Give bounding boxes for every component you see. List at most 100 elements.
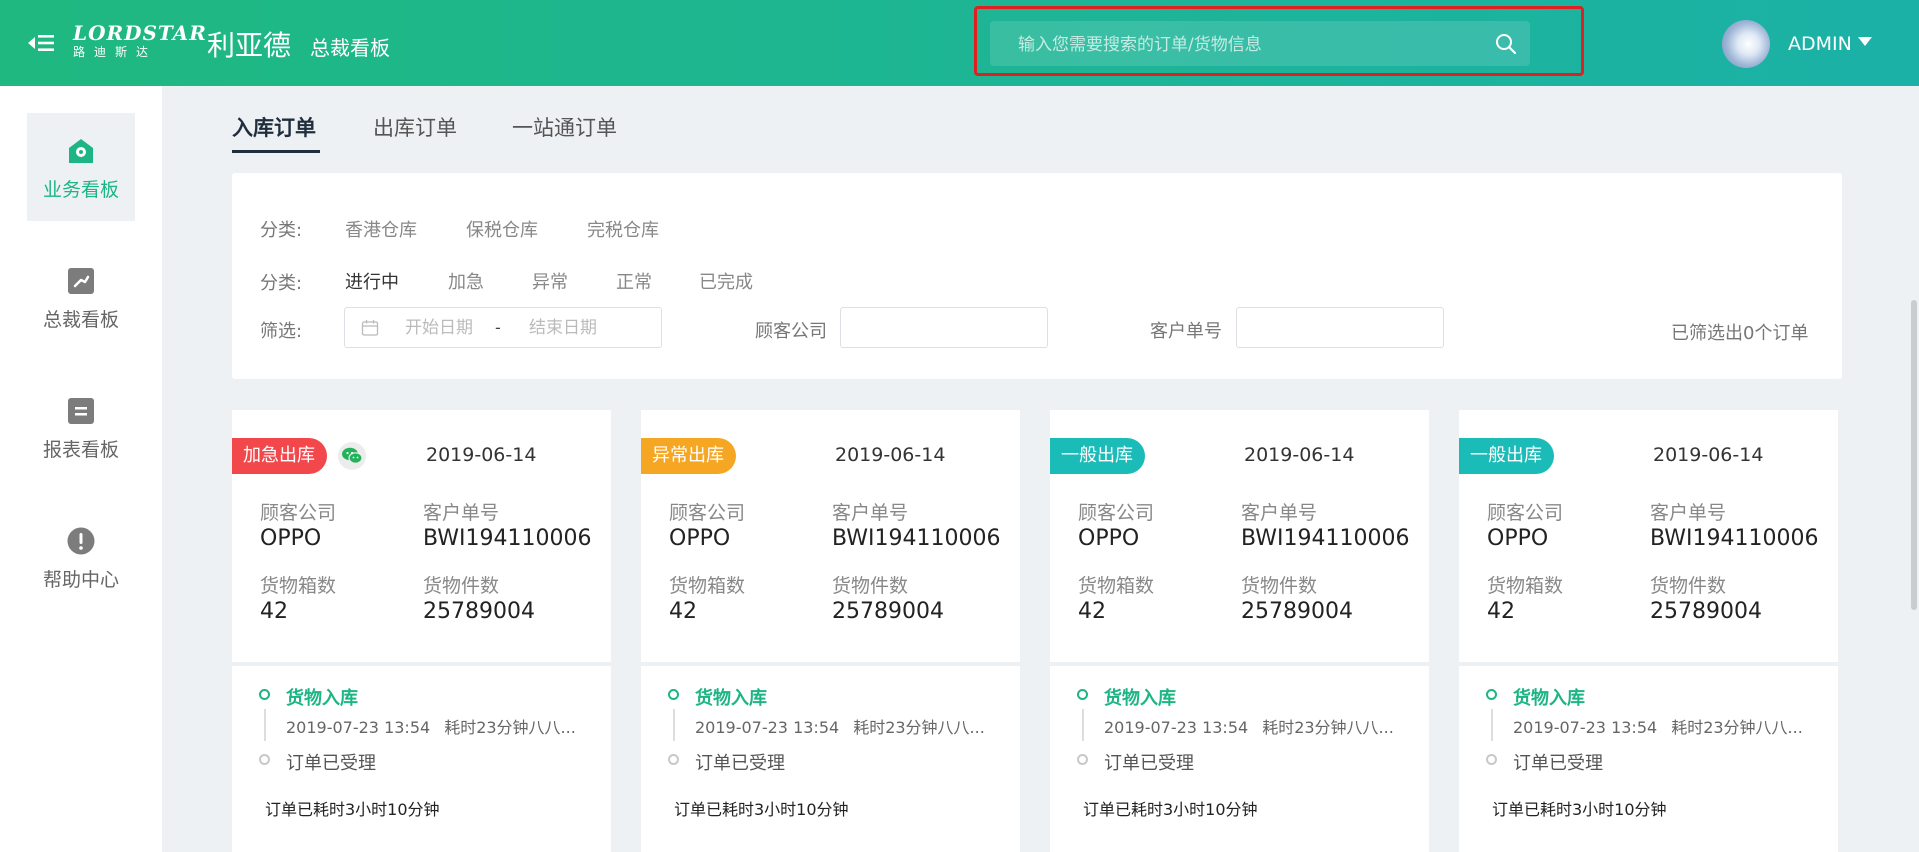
- tab-outbound-orders[interactable]: 出库订单: [373, 112, 457, 142]
- box-count-label: 货物箱数: [1078, 575, 1155, 597]
- sidebar-item-business-board[interactable]: 业务看板: [27, 113, 135, 221]
- piece-count-value: 25789004: [1241, 599, 1353, 624]
- order-card-timeline: 货物入库 2019-07-23 13:54 耗时23分钟八八... 订单已受理订单已耗…: [1050, 666, 1429, 852]
- order-number-value: BWI194110006: [832, 526, 1001, 551]
- timeline-status: 订单已受理: [1513, 753, 1603, 774]
- sidebar-item-label: 报表看板: [42, 439, 119, 461]
- timeline-dot-active: [259, 689, 270, 700]
- order-number-label: 客户单号: [832, 502, 909, 524]
- order-type-badge: 一般出库: [1050, 438, 1145, 474]
- customer-company-label: 顾客公司: [755, 321, 827, 342]
- timeline-connector: [1491, 709, 1493, 741]
- order-card-summary: 加急出库 2019-06-14 顾客公司 OPPO 客户单号 BWI194110006 货物…: [232, 410, 611, 662]
- timeline-duration: 耗时23分钟八八...: [444, 718, 576, 737]
- company-label: 顾客公司: [260, 502, 337, 524]
- order-number-label: 客户单号: [1241, 502, 1318, 524]
- order-date: 2019-06-14: [835, 444, 946, 466]
- caret-down-icon[interactable]: [1858, 37, 1872, 46]
- company-value: OPPO: [260, 526, 322, 551]
- trend-chart-icon: [68, 268, 94, 294]
- order-card-timeline: 货物入库 2019-07-23 13:54 耗时23分钟八八... 订单已受理 订单已耗…: [641, 666, 1020, 852]
- avatar[interactable]: [1722, 20, 1770, 68]
- filter-option-normal[interactable]: 正常: [616, 268, 652, 294]
- wechat-icon[interactable]: [338, 442, 366, 470]
- filter-option-hk-warehouse[interactable]: 香港仓库: [345, 216, 417, 242]
- elapsed-time-text: 订单已耗时3小时10分钟: [1083, 800, 1258, 819]
- menu-collapse-icon[interactable]: [28, 32, 54, 54]
- customer-order-label: 客户单号: [1150, 321, 1222, 342]
- timeline-duration: 耗时23分钟八八...: [1262, 718, 1394, 737]
- order-card[interactable]: 一般出库 2019-06-14 顾客公司 OPPO 客户单号 BWI194110006 货物…: [1050, 410, 1429, 852]
- start-date-input[interactable]: [403, 316, 502, 340]
- warehouse-category-label: 分类:: [260, 220, 303, 241]
- filter-option-dutypaid-warehouse[interactable]: 完税仓库: [587, 216, 659, 242]
- sidebar-item-help-center[interactable]: 帮助中心: [27, 503, 135, 611]
- order-type-badge: 加急出库: [232, 438, 327, 474]
- order-date: 2019-06-14: [426, 444, 537, 466]
- filter-option-abnormal[interactable]: 异常: [532, 268, 568, 294]
- order-card-timeline: 货物入库 2019-07-23 13:54 耗时23分钟八八... 订单已受理 订单已耗…: [232, 666, 611, 852]
- tab-one-stop-orders[interactable]: 一站通订单: [512, 112, 617, 142]
- timeline-event-title: 货物入库: [1104, 688, 1176, 709]
- box-count-value: 42: [260, 599, 288, 624]
- logo-subtext: 路迪斯达: [73, 45, 158, 59]
- sidebar-item-report-board[interactable]: 报表看板: [27, 373, 135, 481]
- end-date-input[interactable]: [527, 316, 626, 340]
- box-count-value: 42: [669, 599, 697, 624]
- timeline-status: 订单已受理: [1104, 753, 1194, 774]
- order-number-value: BWI194110006: [1241, 526, 1410, 551]
- timeline-event-time: 2019-07-23 13:54 耗时23分钟八八...: [1104, 714, 1394, 738]
- order-date: 2019-06-14: [1653, 444, 1764, 466]
- box-count-label: 货物箱数: [669, 575, 746, 597]
- timeline-event-title: 货物入库: [695, 688, 767, 709]
- search-highlight-box: [974, 6, 1584, 76]
- company-label: 顾客公司: [669, 502, 746, 524]
- order-date: 2019-06-14: [1244, 444, 1355, 466]
- company-value: OPPO: [1078, 526, 1140, 551]
- timeline-timestamp: 2019-07-23 13:54: [695, 718, 840, 737]
- filter-option-completed[interactable]: 已完成: [699, 268, 753, 294]
- sidebar-item-label: 帮助中心: [42, 569, 119, 591]
- filtered-count-text: 已筛选出0个订单: [1671, 323, 1809, 344]
- document-icon: [68, 398, 94, 424]
- order-number-value: BWI194110006: [423, 526, 592, 551]
- calendar-icon: [361, 320, 379, 336]
- order-card[interactable]: 加急出库 2019-06-14 顾客公司 OPPO 客户单号 BWI194110006 货物…: [232, 410, 611, 852]
- order-card[interactable]: 一般出库 2019-06-14 顾客公司 OPPO 客户单号 BWI194110006 货物…: [1459, 410, 1838, 852]
- filter-label: 筛选:: [260, 321, 303, 342]
- customer-order-input[interactable]: [1236, 307, 1444, 348]
- timeline-dot-inactive: [1077, 754, 1088, 765]
- sidebar-item-label: 业务看板: [42, 179, 119, 201]
- filter-option-in-progress[interactable]: 进行中: [345, 268, 399, 294]
- piece-count-value: 25789004: [423, 599, 535, 624]
- order-card-timeline: 货物入库 2019-07-23 13:54 耗时23分钟八八... 订单已受理 订单已耗…: [1459, 666, 1838, 852]
- timeline-dot-inactive: [1486, 754, 1497, 765]
- date-range-picker[interactable]: -: [344, 307, 662, 348]
- timeline-event-time: 2019-07-23 13:54 耗时23分钟八八...: [286, 714, 576, 738]
- company-value: OPPO: [1487, 526, 1549, 551]
- filter-option-bonded-warehouse[interactable]: 保税仓库: [466, 216, 538, 242]
- company-value: OPPO: [669, 526, 731, 551]
- page-subtitle: 总裁看板: [310, 36, 390, 60]
- sidebar-item-ceo-board[interactable]: 总裁看板: [27, 243, 135, 351]
- tab-inbound-orders[interactable]: 入库订单: [232, 112, 316, 142]
- timeline-timestamp: 2019-07-23 13:54: [1513, 718, 1658, 737]
- customer-company-input[interactable]: [840, 307, 1048, 348]
- order-number-label: 客户单号: [1650, 502, 1727, 524]
- order-card-summary: 异常出库 2019-06-14 顾客公司 OPPO 客户单号 BWI194110006 货物…: [641, 410, 1020, 662]
- scrollbar[interactable]: [1911, 300, 1917, 610]
- user-name[interactable]: ADMIN: [1788, 33, 1852, 55]
- order-card[interactable]: 异常出库 2019-06-14 顾客公司 OPPO 客户单号 BWI194110006 货物…: [641, 410, 1020, 852]
- date-separator: -: [495, 318, 501, 337]
- timeline-connector: [673, 709, 675, 741]
- timeline-status: 订单已受理: [695, 753, 785, 774]
- timeline-dot-inactive: [668, 754, 679, 765]
- top-header: LORDSTAR 路迪斯达 利亚德 总裁看板 ADMIN: [0, 0, 1919, 86]
- active-tab-indicator: [232, 150, 320, 153]
- order-number-label: 客户单号: [423, 502, 500, 524]
- filter-option-urgent[interactable]: 加急: [448, 268, 484, 294]
- piece-count-label: 货物件数: [832, 575, 909, 597]
- piece-count-label: 货物件数: [423, 575, 500, 597]
- brand-name: 利亚德: [207, 29, 292, 62]
- company-label: 顾客公司: [1078, 502, 1155, 524]
